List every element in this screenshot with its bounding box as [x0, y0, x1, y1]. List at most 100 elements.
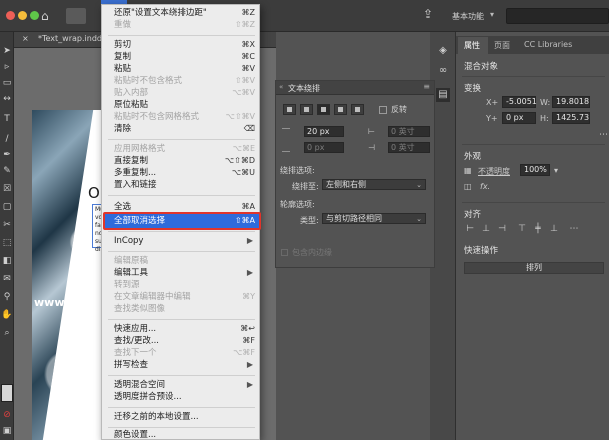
menu-item-apply-grid-format[interactable]: 应用网格格式 ⌥⌘E — [114, 143, 257, 155]
opacity-chevron-icon[interactable]: ▾ — [554, 166, 558, 175]
share-icon[interactable]: ⇪ — [423, 7, 433, 21]
menu-item-redo[interactable]: 重做 ⇧⌘Z — [114, 19, 257, 31]
menu-item-spelling[interactable]: 拼写检查 ▶ — [114, 359, 257, 371]
apply-none-icon[interactable]: ⊘ — [1, 410, 13, 421]
menu-item-go-to-source[interactable]: 转到源 — [114, 279, 257, 291]
hand-tool-icon[interactable]: ✋ — [1, 310, 13, 321]
width-field[interactable]: 19.8018 — [552, 96, 590, 108]
menu-item-clear[interactable]: 清除 ⌫ — [114, 123, 257, 135]
left-offset-field[interactable]: 0 英寸 — [388, 126, 430, 137]
no-wrap-button[interactable] — [283, 104, 296, 115]
align-bottom-icon[interactable]: ⊥ — [548, 224, 560, 234]
tab-cc-libraries[interactable]: CC Libraries — [524, 40, 572, 49]
contour-type-select[interactable]: 与剪切路径相同 ⌄ — [322, 213, 426, 224]
rectangle-frame-tool-icon[interactable]: ☒ — [1, 184, 13, 195]
menu-item-duplicate[interactable]: 直接复制 ⌥⇧⌘D — [114, 155, 257, 167]
align-top-icon[interactable]: ⊤ — [516, 224, 528, 234]
close-tab-icon[interactable]: × — [22, 34, 29, 43]
more-options-icon[interactable]: ⋯ — [599, 130, 608, 140]
eyedropper-tool-icon[interactable]: ⚲ — [1, 292, 13, 303]
align-left-icon[interactable]: ⊢ — [464, 224, 476, 234]
submenu-arrow-icon: ▶ — [246, 360, 253, 369]
scissors-tool-icon[interactable]: ✂ — [1, 220, 13, 231]
menu-item-incopy[interactable]: InCopy ▶ — [114, 235, 257, 247]
close-window-button[interactable] — [6, 11, 15, 20]
align-right-icon[interactable]: ⊣ — [496, 224, 508, 234]
rectangle-tool-icon[interactable]: ▢ — [1, 202, 13, 213]
layers-icon[interactable]: ◈ — [436, 44, 450, 58]
opacity-field[interactable]: 100% — [520, 164, 550, 176]
app-bridge-icon[interactable] — [66, 8, 86, 24]
tab-pages[interactable]: 页面 — [494, 40, 510, 51]
menu-item-migrate-local-settings[interactable]: 迁移之前的本地设置... — [114, 411, 257, 423]
zoom-tool-icon[interactable]: ⌕ — [1, 328, 13, 339]
align-options-icon[interactable]: ⋯ — [568, 224, 580, 234]
menu-item-select-all[interactable]: 全选 ⌘A — [114, 201, 257, 213]
menu-item-find-next[interactable]: 查找下一个 ⌥⌘F — [114, 347, 257, 359]
menu-item-quick-apply[interactable]: 快速应用... ⌘↩ — [114, 323, 257, 335]
menu-item-transparency-blend-space[interactable]: 透明混合空间 ▶ — [114, 379, 257, 391]
search-input[interactable] — [506, 8, 609, 24]
direct-selection-tool-icon[interactable]: ▹ — [1, 62, 13, 73]
pencil-tool-icon[interactable]: ✎ — [1, 166, 13, 177]
note-tool-icon[interactable]: ✉ — [1, 274, 13, 285]
line-tool-icon[interactable]: / — [1, 134, 13, 145]
menu-item-paste-without-formatting[interactable]: 粘贴时不包含格式 ⇧⌘V — [114, 75, 257, 87]
jump-object-button[interactable] — [334, 104, 347, 115]
menu-item-undo[interactable]: 还原"设置文本绕排边距" ⌘Z — [114, 7, 257, 19]
menu-item-paste[interactable]: 粘贴 ⌘V — [114, 63, 257, 75]
gap-tool-icon[interactable]: ↔ — [1, 94, 13, 105]
free-transform-tool-icon[interactable]: ⬚ — [1, 238, 13, 249]
home-icon[interactable]: ⌂ — [41, 9, 49, 23]
menu-item-find-similar-image[interactable]: 查找类似图像 — [114, 303, 257, 315]
menu-item-transparency-flattener-presets[interactable]: 透明度拼合预设... — [114, 391, 257, 403]
bottom-offset-field[interactable]: 0 px — [304, 142, 344, 153]
menu-item-color-settings[interactable]: 颜色设置... — [114, 429, 257, 440]
minimize-window-button[interactable] — [18, 11, 27, 20]
text-wrap-panel-icon[interactable]: ▤ — [436, 88, 450, 102]
arrange-button[interactable]: 排列 — [464, 262, 604, 274]
wrap-to-select[interactable]: 左侧和右侧 ⌄ — [322, 179, 426, 190]
tab-properties[interactable]: 属性 — [464, 40, 480, 51]
y-position-field[interactable]: 0 px — [502, 112, 536, 124]
top-offset-field[interactable]: 20 px — [304, 126, 344, 137]
page-tool-icon[interactable]: ▭ — [1, 78, 13, 89]
selection-tool-icon[interactable]: ➤ — [1, 46, 13, 57]
menu-item-edit-in-story-editor[interactable]: 在文章编辑器中编辑 ⌘Y — [114, 291, 257, 303]
menu-item-deselect-all[interactable]: 全部取消选择 ⇧⌘A — [114, 215, 257, 227]
menu-item-place-and-link[interactable]: 置入和链接 — [114, 179, 257, 191]
screen-mode-icon[interactable]: ▣ — [1, 426, 13, 437]
pen-tool-icon[interactable]: ✒ — [1, 150, 13, 161]
menu-item-edit-with[interactable]: 编辑工具 ▶ — [114, 267, 257, 279]
text-wrap-panel-header[interactable]: « 文本绕排 ≡ — [276, 81, 434, 95]
menu-item-paste-in-place[interactable]: 原位粘贴 — [114, 99, 257, 111]
menu-item-cut[interactable]: 剪切 ⌘X — [114, 39, 257, 51]
links-icon[interactable]: ∞ — [436, 64, 450, 78]
include-inside-edges-checkbox[interactable] — [281, 249, 288, 256]
wrap-bounding-box-button[interactable] — [300, 104, 313, 115]
workspace-chevron-icon[interactable]: ▾ — [490, 10, 494, 19]
right-offset-field[interactable]: 0 英寸 — [388, 142, 430, 153]
menu-item-step-and-repeat[interactable]: 多重复制... ⌥⌘U — [114, 167, 257, 179]
align-middle-v-icon[interactable]: ╪ — [532, 224, 544, 234]
x-position-field[interactable]: -5.0051 — [502, 96, 537, 108]
fill-stroke-swatch-icon[interactable] — [1, 384, 13, 402]
type-tool-icon[interactable]: T — [1, 114, 13, 125]
menu-item-find-change[interactable]: 查找/更改... ⌘F — [114, 335, 257, 347]
effects-button[interactable]: fx. — [480, 182, 490, 191]
menu-separator — [108, 251, 255, 252]
workspace-switcher-label[interactable]: 基本功能 — [452, 11, 484, 22]
invert-checkbox[interactable] — [379, 106, 387, 114]
collapse-panel-icon[interactable]: « — [279, 83, 283, 91]
panel-menu-icon[interactable]: ≡ — [423, 82, 430, 91]
wrap-object-shape-button[interactable] — [317, 104, 330, 115]
jump-next-column-button[interactable] — [351, 104, 364, 115]
align-center-h-icon[interactable]: ⊥ — [480, 224, 492, 234]
zoom-window-button[interactable] — [30, 11, 39, 20]
height-field[interactable]: 1425.73 — [552, 112, 590, 124]
menu-item-copy[interactable]: 复制 ⌘C — [114, 51, 257, 63]
menu-item-paste-without-grid-format[interactable]: 粘贴时不包含网格格式 ⌥⇧⌘V — [114, 111, 257, 123]
menu-item-edit-original[interactable]: 编辑原稿 — [114, 255, 257, 267]
gradient-tool-icon[interactable]: ◧ — [1, 256, 13, 267]
menu-item-paste-into[interactable]: 贴入内部 ⌥⌘V — [114, 87, 257, 99]
